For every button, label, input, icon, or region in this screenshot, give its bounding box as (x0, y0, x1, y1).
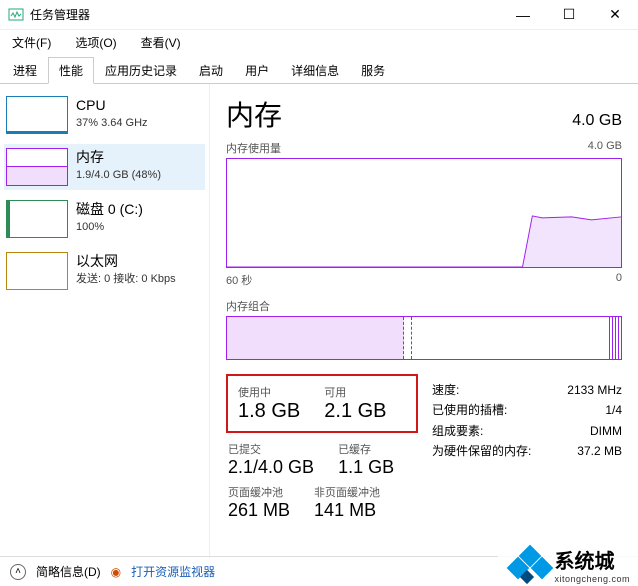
available-value: 2.1 GB (324, 400, 386, 423)
disk-title: 磁盘 0 (C:) (76, 200, 143, 220)
resmon-icon: ◉ (111, 565, 121, 579)
tab-apphistory[interactable]: 应用历史记录 (94, 57, 188, 84)
watermark: 系统城 xitongcheng.com (498, 541, 638, 586)
page-title: 内存 (226, 94, 282, 134)
chevron-up-icon[interactable]: ˄ (10, 564, 26, 580)
app-icon (8, 7, 24, 23)
form-label: 组成要素: (432, 421, 483, 441)
tab-services[interactable]: 服务 (350, 57, 396, 84)
memory-composition-graph (226, 316, 622, 360)
speed-value: 2133 MHz (567, 380, 622, 400)
menu-options[interactable]: 选项(O) (67, 32, 124, 53)
composition-label: 内存组合 (226, 298, 622, 314)
minimize-button[interactable]: — (500, 0, 546, 30)
maximize-button[interactable]: ☐ (546, 0, 592, 30)
sidebar-item-ethernet[interactable]: 以太网发送: 0 接收: 0 Kbps (4, 248, 205, 294)
cpu-sub: 37% 3.64 GHz (76, 116, 148, 131)
logo-icon (506, 546, 548, 584)
mem-sub: 1.9/4.0 GB (48%) (76, 168, 161, 183)
in-use-value: 1.8 GB (238, 400, 300, 423)
cpu-thumb (6, 96, 68, 134)
less-details-button[interactable]: 简略信息(D) (36, 563, 101, 580)
titlebar: 任务管理器 — ☐ ✕ (0, 0, 638, 30)
slots-label: 已使用的插槽: (432, 400, 507, 420)
reserved-label: 为硬件保留的内存: (432, 441, 531, 461)
paged-value: 261 MB (228, 500, 290, 521)
reserved-value: 37.2 MB (577, 441, 622, 461)
tab-startup[interactable]: 启动 (188, 57, 234, 84)
sidebar-item-cpu[interactable]: CPU37% 3.64 GHz (4, 92, 205, 138)
menubar: 文件(F) 选项(O) 查看(V) (0, 30, 638, 57)
highlighted-stats: 使用中1.8 GB 可用2.1 GB (226, 374, 418, 433)
usage-label: 内存使用量 (226, 140, 281, 156)
usage-max: 4.0 GB (588, 140, 622, 156)
window-title: 任务管理器 (30, 6, 500, 23)
content: 内存 4.0 GB 内存使用量 4.0 GB 60 秒 0 内存组合 使用中1.… (210, 84, 638, 558)
cpu-title: CPU (76, 96, 148, 116)
tab-processes[interactable]: 进程 (2, 57, 48, 84)
watermark-text: 系统城 (554, 545, 630, 574)
net-thumb (6, 252, 68, 290)
committed-value: 2.1/4.0 GB (228, 457, 314, 478)
cached-value: 1.1 GB (338, 457, 394, 478)
committed-label: 已提交 (228, 441, 314, 457)
time-axis-left: 60 秒 (226, 272, 252, 288)
mem-thumb (6, 148, 68, 186)
net-title: 以太网 (76, 252, 176, 272)
open-resmon-link[interactable]: 打开资源监视器 (131, 563, 215, 580)
form-value: DIMM (590, 421, 622, 441)
sidebar: CPU37% 3.64 GHz 内存1.9/4.0 GB (48%) 磁盘 0 … (0, 84, 210, 558)
available-label: 可用 (324, 384, 386, 400)
tab-performance[interactable]: 性能 (48, 57, 94, 84)
total-memory: 4.0 GB (572, 112, 622, 130)
speed-label: 速度: (432, 380, 459, 400)
nonpaged-value: 141 MB (314, 500, 380, 521)
disk-thumb (6, 200, 68, 238)
menu-file[interactable]: 文件(F) (4, 32, 59, 53)
tab-users[interactable]: 用户 (234, 57, 280, 84)
paged-label: 页面缓冲池 (228, 484, 290, 500)
disk-sub: 100% (76, 220, 143, 235)
mem-title: 内存 (76, 148, 161, 168)
net-sub: 发送: 0 接收: 0 Kbps (76, 272, 176, 287)
nonpaged-label: 非页面缓冲池 (314, 484, 380, 500)
sidebar-item-memory[interactable]: 内存1.9/4.0 GB (48%) (4, 144, 205, 190)
tab-details[interactable]: 详细信息 (280, 57, 350, 84)
menu-view[interactable]: 查看(V) (133, 32, 189, 53)
watermark-url: xitongcheng.com (554, 574, 630, 584)
slots-value: 1/4 (605, 400, 622, 420)
sidebar-item-disk[interactable]: 磁盘 0 (C:)100% (4, 196, 205, 242)
in-use-label: 使用中 (238, 384, 300, 400)
memory-usage-graph (226, 158, 622, 268)
time-axis-right: 0 (616, 272, 622, 288)
tabs: 进程 性能 应用历史记录 启动 用户 详细信息 服务 (0, 57, 638, 84)
close-button[interactable]: ✕ (592, 0, 638, 30)
memory-details: 速度: 2133 MHz 已使用的插槽: 1/4 组成要素: DIMM 为硬件保留的内… (432, 374, 622, 527)
cached-label: 已缓存 (338, 441, 394, 457)
